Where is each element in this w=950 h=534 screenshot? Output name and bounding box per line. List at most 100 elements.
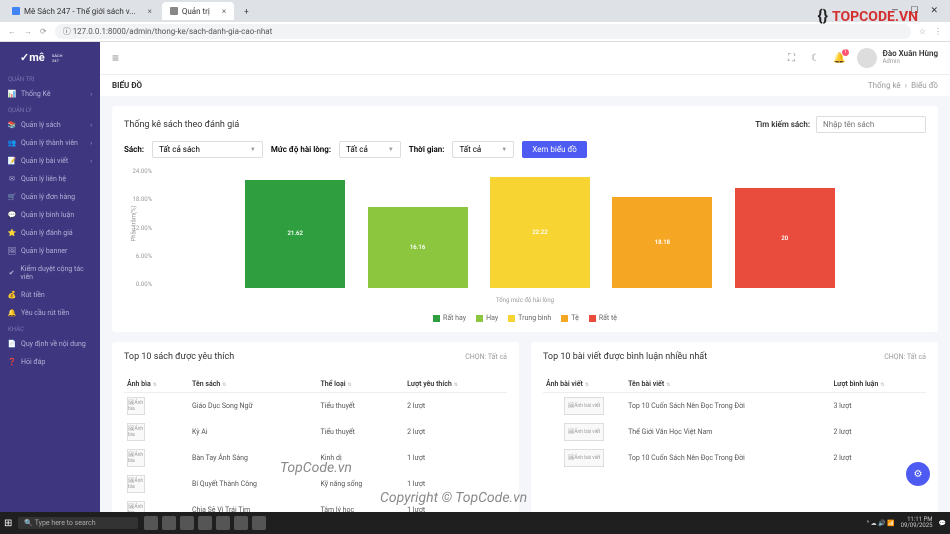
crumb-link[interactable]: Thống kê	[868, 81, 901, 90]
table-header[interactable]: Ảnh bài viết⇅	[543, 376, 625, 393]
sidebar-item-label: Quản lý bình luận	[21, 211, 74, 219]
select-mucdo[interactable]: Tất cả▼	[339, 141, 401, 158]
chevron-right-icon: ›	[90, 122, 92, 129]
close-icon[interactable]: ×	[148, 7, 152, 16]
sidebar-item[interactable]: 🖼Quản lý banner	[0, 242, 100, 260]
sidebar-item[interactable]: ✉Quản lý liên hệ	[0, 170, 100, 188]
menu-icon[interactable]: ⋮	[934, 27, 942, 36]
svg-text:✓mê: ✓mê	[20, 51, 45, 64]
sidebar-item[interactable]: 👥Quản lý thành viên›	[0, 134, 100, 152]
filter-label-thoigian: Thời gian:	[409, 145, 445, 154]
search-input[interactable]	[816, 116, 926, 133]
taskbar: ⊞ 🔍 Type here to search ^ ☁ 🔊 📶 11:11 PM…	[0, 512, 950, 534]
legend-item[interactable]: Rất tệ	[589, 314, 617, 322]
chart-bar[interactable]: 18.18	[612, 197, 712, 288]
new-tab-button[interactable]: +	[236, 2, 257, 20]
legend-item[interactable]: Trung bình	[508, 314, 551, 322]
hamburger-icon[interactable]: ≡	[112, 51, 119, 65]
menu-icon: 🛒	[8, 193, 16, 201]
taskbar-icon[interactable]	[216, 516, 230, 530]
user-menu[interactable]: Đào Xuân Hùng Admin	[857, 48, 939, 68]
legend-item[interactable]: Hay	[476, 314, 498, 322]
watermark-topcode: {} TOPCODE.VN	[818, 6, 918, 25]
chart-legend: Rất hay Hay Trung bình Tệ Rất tệ	[124, 314, 926, 322]
forward-icon[interactable]: →	[24, 27, 32, 36]
menu-icon: 💰	[8, 291, 16, 299]
notifications-icon[interactable]: 💬	[939, 520, 946, 527]
sidebar-item[interactable]: ⭐Quản lý đánh giá	[0, 224, 100, 242]
fullscreen-icon[interactable]: ⛶	[785, 51, 799, 65]
menu-icon: 📊	[8, 90, 16, 98]
menu-icon: ✉	[8, 175, 16, 183]
browser-tab-1[interactable]: Quản trị×	[162, 2, 234, 20]
table-header[interactable]: Ảnh bìa⇅	[124, 376, 189, 393]
table-row[interactable]: 🖼Ảnh bài viếtTop 10 Cuốn Sách Nên Đọc Tr…	[543, 393, 926, 420]
table-header[interactable]: Tên bài viết⇅	[625, 376, 830, 393]
sidebar-item[interactable]: 🔔Yêu cầu rút tiền	[0, 304, 100, 322]
sidebar-item[interactable]: 📄Quy định về nội dung	[0, 335, 100, 353]
tray-icons[interactable]: ^ ☁ 🔊 📶	[867, 520, 895, 527]
taskbar-icon[interactable]	[180, 516, 194, 530]
start-button[interactable]: ⊞	[4, 518, 12, 529]
table-row[interactable]: 🖼Ảnh bài viếtThế Giới Văn Học Việt Nam2 …	[543, 419, 926, 445]
search-label: Tìm kiếm sách:	[755, 120, 810, 129]
top-books-card: Top 10 sách được yêu thích CHỌN: Tất cả Ả…	[112, 342, 519, 534]
taskbar-search[interactable]: 🔍 Type here to search	[18, 517, 138, 529]
sidebar-item[interactable]: 💰Rút tiền	[0, 286, 100, 304]
filter-link[interactable]: CHỌN: Tất cả	[465, 353, 507, 361]
table-row[interactable]: 🖼Ảnh bài viếtTop 10 Cuốn Sách Nên Đọc Tr…	[543, 445, 926, 471]
sidebar-item[interactable]: ❓Hỏi đáp	[0, 353, 100, 371]
sidebar-item[interactable]: 📝Quản lý bài viết›	[0, 152, 100, 170]
taskbar-icon[interactable]	[234, 516, 248, 530]
menu-icon: 📚	[8, 121, 16, 129]
sidebar-item-label: Thống Kê	[21, 90, 51, 98]
table-row[interactable]: 🖼Ảnh bìaBí Quyết Thành CôngKỹ năng sống1…	[124, 471, 507, 497]
bell-icon[interactable]: 🔔1	[833, 51, 847, 65]
sidebar-item[interactable]: 📊Thống Kê›	[0, 85, 100, 103]
select-sach[interactable]: Tất cả sách▼	[152, 141, 263, 158]
x-axis-label: Tổng mức độ hài lòng	[124, 297, 926, 304]
sidebar-item[interactable]: ✔Kiểm duyệt cộng tác viên	[0, 260, 100, 286]
menu-icon: 📄	[8, 340, 16, 348]
legend-item[interactable]: Tệ	[561, 314, 579, 322]
posts-table: Ảnh bài viết⇅Tên bài viết⇅Lượt bình luận…	[543, 376, 926, 471]
sidebar-item[interactable]: 📚Quản lý sách›	[0, 116, 100, 134]
taskbar-icon[interactable]	[144, 516, 158, 530]
chevron-right-icon: ›	[90, 158, 92, 165]
table-header[interactable]: Lượt yêu thích⇅	[404, 376, 507, 393]
sidebar-item[interactable]: 💬Quản lý bình luận	[0, 206, 100, 224]
table-header[interactable]: Tên sách⇅	[189, 376, 317, 393]
browser-tab-0[interactable]: Mê Sách 247 - Thế giới sách v...×	[4, 2, 160, 20]
view-chart-button[interactable]: Xem biểu đồ	[522, 141, 587, 158]
sidebar-item-label: Quản lý đơn hàng	[21, 193, 75, 201]
post-thumb: 🖼Ảnh bài viết	[564, 397, 604, 415]
table-row[interactable]: 🖼Ảnh bìaKỳ AiTiểu thuyết2 lượt	[124, 419, 507, 445]
sidebar-item-label: Quản lý thành viên	[21, 139, 78, 147]
chart-bar[interactable]: 22.22	[490, 177, 590, 288]
table-row[interactable]: 🖼Ảnh bìaGiáo Dục Song NgữTiểu thuyết2 lư…	[124, 393, 507, 420]
star-icon[interactable]: ☆	[919, 27, 926, 36]
filter-link[interactable]: CHỌN: Tất cả	[884, 353, 926, 361]
chart-bar[interactable]: 16.16	[368, 207, 468, 288]
close-icon[interactable]: ×	[222, 7, 226, 16]
chart-bar[interactable]: 20	[735, 188, 835, 288]
chart-bar[interactable]: 21.62	[245, 180, 345, 288]
sidebar-item[interactable]: 🛒 Quản lý đơn hàng	[0, 188, 100, 206]
taskbar-icon[interactable]	[198, 516, 212, 530]
table-row[interactable]: 🖼Ảnh bìaBàn Tay Ánh SángKinh dị1 lượt	[124, 445, 507, 471]
card-title: Top 10 sách được yêu thích	[124, 352, 234, 362]
table-header[interactable]: Thể loại⇅	[317, 376, 404, 393]
darkmode-icon[interactable]: ☾	[809, 51, 823, 65]
close-window-icon[interactable]: ✕	[930, 6, 938, 16]
select-thoigian[interactable]: Tất cả▼	[452, 141, 514, 158]
taskbar-icon[interactable]	[162, 516, 176, 530]
legend-item[interactable]: Rất hay	[433, 314, 466, 322]
back-icon[interactable]: ←	[8, 27, 16, 36]
fab-settings[interactable]: ⚙	[906, 462, 930, 486]
page-title: BIỂU ĐỒ	[112, 81, 142, 90]
logo[interactable]: ✓mêSÁCH247	[0, 42, 100, 72]
taskbar-icon[interactable]	[252, 516, 266, 530]
table-header[interactable]: Lượt bình luận⇅	[831, 376, 927, 393]
url-field[interactable]: ⓘ 127.0.0.1:8000/admin/thong-ke/sach-dan…	[55, 24, 911, 39]
reload-icon[interactable]: ⟳	[40, 27, 47, 36]
